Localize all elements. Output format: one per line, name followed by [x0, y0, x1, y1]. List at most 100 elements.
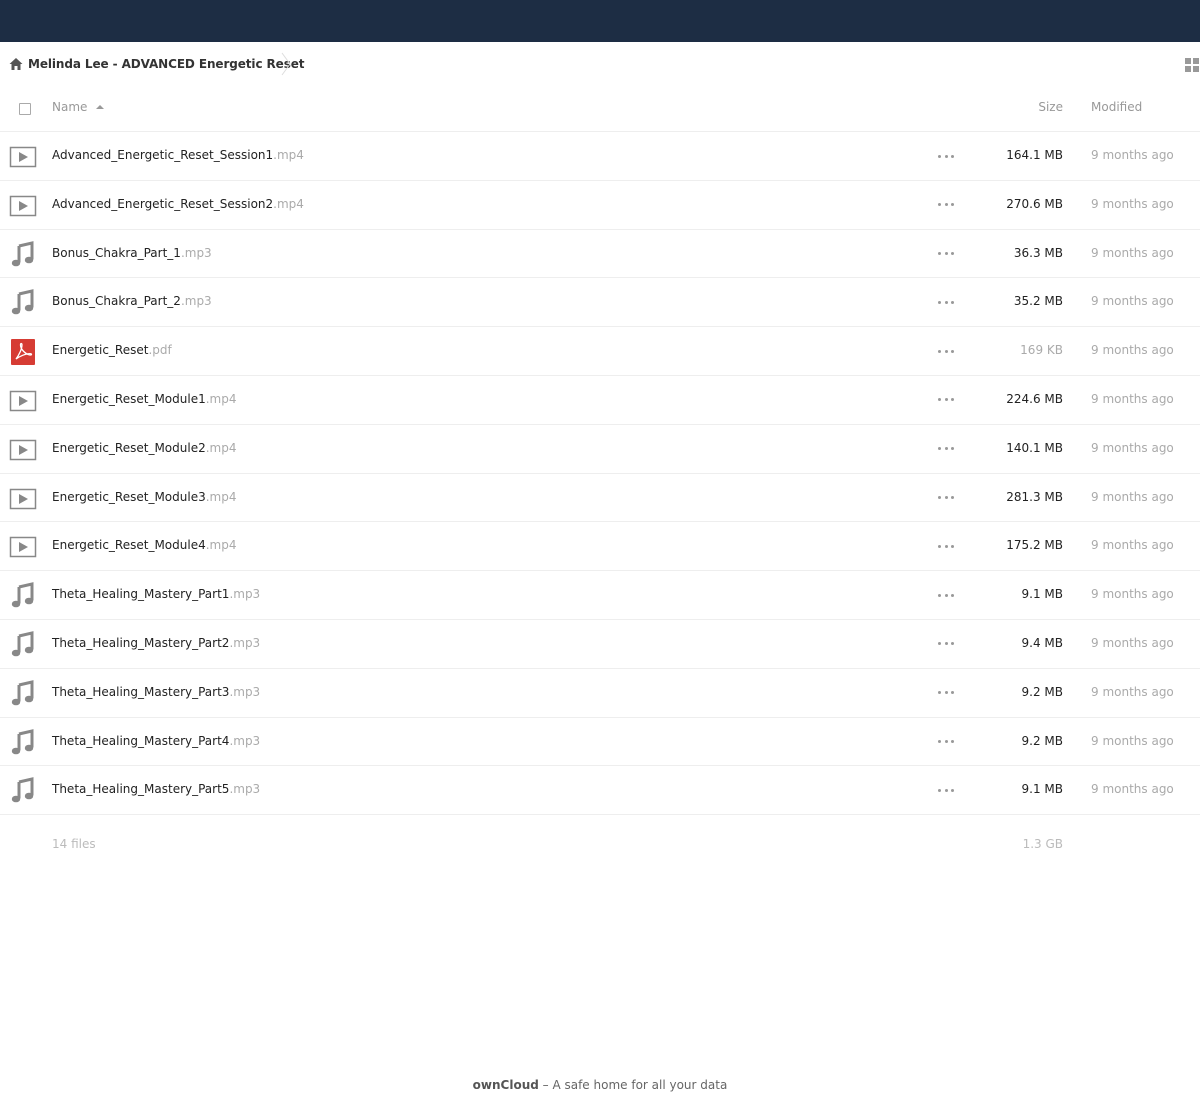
file-modified: 9 months ago: [1091, 440, 1174, 455]
file-modified: 9 months ago: [1091, 587, 1174, 602]
file-basename: Bonus_Chakra_Part_2: [52, 294, 181, 309]
file-name[interactable]: Theta_Healing_Mastery_Part4.mp3: [52, 734, 260, 748]
file-size: 175.2 MB: [1006, 538, 1063, 553]
file-row[interactable]: Bonus_Chakra_Part_1.mp3 36.3 MB 9 months a…: [0, 230, 1200, 279]
file-size: 9.1 MB: [1021, 782, 1063, 797]
file-row[interactable]: Theta_Healing_Mastery_Part3.mp3 9.2 MB 9 m…: [0, 669, 1200, 718]
video-file-icon[interactable]: [9, 387, 37, 415]
file-extension: .mp4: [273, 196, 304, 211]
file-name[interactable]: Energetic_Reset_Module4.mp4: [52, 538, 237, 552]
file-row[interactable]: Energetic_Reset_Module2.mp4 140.1 MB 9 mon…: [0, 425, 1200, 474]
file-row[interactable]: Theta_Healing_Mastery_Part2.mp3 9.4 MB 9 m…: [0, 620, 1200, 669]
audio-file-icon[interactable]: [9, 582, 37, 610]
file-name[interactable]: Energetic_Reset.pdf: [52, 343, 172, 357]
audio-file-icon[interactable]: [9, 289, 37, 317]
file-basename: Theta_Healing_Mastery_Part2: [52, 635, 230, 650]
audio-file-icon[interactable]: [9, 679, 37, 708]
file-basename: Advanced_Energetic_Reset_Session1: [52, 148, 274, 162]
file-row[interactable]: Bonus_Chakra_Part_2.mp3 35.2 MB 9 months a…: [0, 278, 1200, 328]
file-actions-menu-icon[interactable]: [936, 343, 956, 359]
file-name[interactable]: Theta_Healing_Mastery_Part1.mp3: [52, 587, 260, 601]
file-size: 224.6 MB: [1006, 391, 1063, 406]
file-actions-menu-icon[interactable]: [936, 734, 956, 750]
file-actions-menu-icon[interactable]: [936, 392, 956, 408]
file-row[interactable]: Energetic_Reset_Module4.mp4 175.2 MB 9 mon…: [0, 522, 1200, 572]
file-actions-menu-icon[interactable]: [936, 148, 956, 164]
breadcrumb-folder[interactable]: Melinda Lee - ADVANCED Energetic Reset: [8, 54, 305, 74]
file-actions-menu-icon[interactable]: [936, 490, 956, 506]
sort-by-modified[interactable]: Modified: [1091, 100, 1142, 114]
file-extension: .mp3: [180, 294, 212, 309]
grid-view-icon[interactable]: [1185, 56, 1200, 72]
file-row[interactable]: Theta_Healing_Mastery_Part4.mp3 9.2 MB 9 m…: [0, 718, 1200, 767]
file-name[interactable]: Bonus_Chakra_Part_2.mp3: [52, 294, 212, 308]
file-row[interactable]: Theta_Healing_Mastery_Part5.mp3 9.1 MB 9 m…: [0, 766, 1200, 816]
audio-file-icon[interactable]: [9, 631, 37, 659]
audio-file-icon[interactable]: [9, 777, 37, 805]
file-size: 35.2 MB: [1013, 294, 1063, 309]
file-modified: 9 months ago: [1091, 684, 1174, 699]
audio-file-icon[interactable]: [9, 728, 37, 757]
file-basename: Energetic_Reset_Module4: [52, 538, 206, 553]
file-actions-menu-icon[interactable]: [936, 636, 956, 652]
file-list: Advanced_Energetic_Reset_Session1.mp4 164…: [0, 132, 1200, 816]
file-modified: 9 months ago: [1091, 733, 1174, 748]
file-name[interactable]: Theta_Healing_Mastery_Part3.mp3: [52, 685, 260, 699]
file-actions-menu-icon[interactable]: [936, 782, 956, 798]
file-name[interactable]: Theta_Healing_Mastery_Part5.mp3: [52, 782, 260, 796]
file-actions-menu-icon[interactable]: [936, 538, 956, 554]
top-navigation-bar: [0, 0, 1200, 42]
sort-by-size[interactable]: Size: [1038, 100, 1063, 114]
file-actions-menu-icon[interactable]: [936, 294, 956, 310]
file-actions-menu-icon[interactable]: [936, 685, 956, 701]
file-row[interactable]: Advanced_Energetic_Reset_Session1.mp4 164…: [0, 132, 1200, 181]
file-name[interactable]: Advanced_Energetic_Reset_Session2.mp4: [52, 197, 304, 211]
select-all-checkbox[interactable]: [19, 103, 31, 115]
video-file-icon[interactable]: [9, 143, 37, 171]
file-row[interactable]: Advanced_Energetic_Reset_Session2.mp4 270…: [0, 181, 1200, 230]
file-extension: .mp3: [229, 587, 261, 602]
file-modified: 9 months ago: [1091, 245, 1174, 260]
video-file-icon[interactable]: [9, 485, 37, 513]
file-size: 36.3 MB: [1013, 245, 1063, 260]
file-size: 9.1 MB: [1021, 587, 1063, 602]
file-modified: 9 months ago: [1091, 343, 1174, 358]
footer-brand-link[interactable]: ownCloud: [473, 1078, 539, 1092]
file-extension: .mp4: [205, 489, 237, 504]
file-name[interactable]: Energetic_Reset_Module3.mp4: [52, 490, 237, 504]
audio-file-icon[interactable]: [9, 240, 37, 269]
file-basename: Energetic_Reset_Module2: [52, 440, 206, 455]
pdf-file-icon[interactable]: [9, 338, 37, 366]
total-size: 1.3 GB: [1022, 837, 1063, 851]
home-icon: [8, 56, 24, 72]
file-size: 9.4 MB: [1021, 635, 1063, 650]
breadcrumb-label: Melinda Lee - ADVANCED Energetic Reset: [28, 57, 305, 71]
file-modified: 9 months ago: [1091, 196, 1174, 211]
sort-by-name[interactable]: Name: [52, 100, 105, 114]
video-file-icon[interactable]: [9, 192, 37, 220]
file-name[interactable]: Bonus_Chakra_Part_1.mp3: [52, 246, 212, 260]
file-name[interactable]: Energetic_Reset_Module1.mp4: [52, 392, 237, 406]
file-name[interactable]: Energetic_Reset_Module2.mp4: [52, 441, 237, 455]
file-actions-menu-icon[interactable]: [936, 246, 956, 262]
video-file-icon[interactable]: [9, 436, 37, 464]
file-row[interactable]: Energetic_Reset.pdf 169 KB 9 months ago: [0, 327, 1200, 376]
file-modified: 9 months ago: [1091, 294, 1174, 309]
file-extension: .mp4: [205, 391, 237, 406]
file-size: 169 KB: [1020, 343, 1063, 358]
file-row[interactable]: Energetic_Reset_Module1.mp4 224.6 MB 9 mon…: [0, 376, 1200, 425]
sort-ascending-icon: [96, 105, 105, 109]
file-row[interactable]: Theta_Healing_Mastery_Part1.mp3 9.1 MB 9 m…: [0, 571, 1200, 620]
file-actions-menu-icon[interactable]: [936, 197, 956, 213]
file-name[interactable]: Theta_Healing_Mastery_Part2.mp3: [52, 636, 260, 650]
file-actions-menu-icon[interactable]: [936, 441, 956, 457]
file-name[interactable]: Advanced_Energetic_Reset_Session1.mp4: [52, 148, 304, 162]
file-basename: Theta_Healing_Mastery_Part4: [52, 733, 230, 748]
breadcrumb: Melinda Lee - ADVANCED Energetic Reset: [0, 42, 1200, 86]
file-size: 164.1 MB: [1006, 148, 1063, 162]
file-basename: Theta_Healing_Mastery_Part3: [52, 684, 230, 699]
column-name-label: Name: [52, 100, 88, 114]
file-actions-menu-icon[interactable]: [936, 587, 956, 603]
file-row[interactable]: Energetic_Reset_Module3.mp4 281.3 MB 9 mon…: [0, 474, 1200, 523]
video-file-icon[interactable]: [9, 533, 37, 561]
